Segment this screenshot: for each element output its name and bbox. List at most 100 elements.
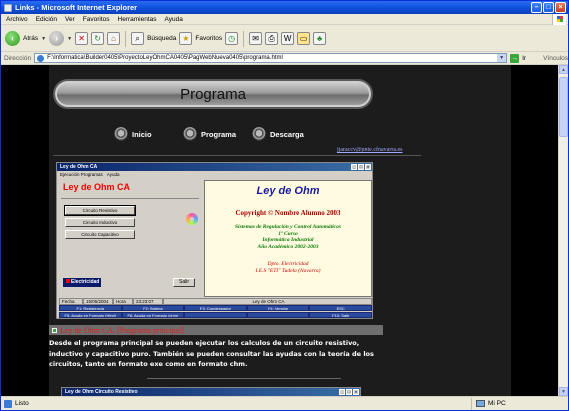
app-window-controls: _ □ ×	[351, 164, 371, 170]
edit-icon[interactable]: W	[281, 32, 295, 45]
page-icon	[37, 55, 45, 62]
fkey: F3: Condensador	[184, 305, 247, 311]
app-status-cell: Hora	[113, 298, 133, 305]
fkey	[246, 311, 310, 318]
favorites-icon[interactable]: ★	[179, 32, 193, 45]
menu-herramientas[interactable]: Herramientas	[118, 16, 157, 23]
app-menu: Ejecución Programas Ayuda	[57, 171, 372, 178]
links-label[interactable]: Vínculos	[543, 55, 568, 62]
forward-icon[interactable]: ›	[49, 31, 65, 46]
page-done-icon	[4, 399, 12, 408]
mail-icon[interactable]: ✉	[249, 32, 263, 45]
scroll-down-icon[interactable]: ▼	[559, 387, 568, 396]
section-header: Ley de Ohm CA. [Programa principal]	[49, 325, 383, 335]
nav-programa[interactable]: Programa	[183, 127, 236, 141]
window-title: Links - Microsoft Internet Explorer	[15, 3, 138, 12]
app-function-keys: F1: Resistencia F2: Bobina F3: Condensad…	[59, 305, 372, 318]
title-bar[interactable]: Links - Microsoft Internet Explorer – □ …	[1, 1, 568, 14]
fkey: F5: Ayuda en Formato (Html)	[59, 311, 122, 318]
messenger-icon[interactable]: ♣	[313, 32, 327, 45]
divider	[53, 155, 421, 156]
menu-ayuda[interactable]: Ayuda	[165, 16, 183, 23]
nav-descarga[interactable]: Descarga	[252, 127, 304, 141]
toolbar-separator	[243, 30, 245, 47]
app-status-cell: Fecha	[59, 298, 83, 305]
app-screenshot: Ley de Ohm CA _ □ × Ejecución Programas …	[56, 162, 373, 319]
scroll-up-icon[interactable]: ▲	[559, 65, 568, 74]
app-button-resistivo: Circuito Resistivo	[64, 205, 136, 216]
app2-title-bar: Ley de Ohm Circuito Resistivo _ □ ×	[62, 388, 360, 396]
history-icon[interactable]: ◷	[225, 32, 239, 45]
app-right-panel: Ley de Ohm Copyright © Nombre Alumno 200…	[204, 180, 372, 297]
zone-text: Mi PC	[488, 400, 506, 407]
back-dropdown-icon[interactable]: ▼	[41, 36, 46, 42]
section-title: Ley de Ohm CA. [Programa principal]	[60, 325, 184, 335]
app-status-cell: 23:23:07	[133, 298, 163, 305]
fkey: F4: Versión	[246, 305, 310, 311]
address-url: F:\Informatica\Builder0405\ProyectoLeyOh…	[47, 55, 283, 61]
fkey: F2: Bobina	[121, 305, 185, 311]
favorites-label[interactable]: Favoritos	[195, 35, 222, 42]
discuss-icon[interactable]: ▭	[297, 32, 311, 45]
refresh-icon[interactable]: ↻	[91, 32, 105, 45]
back-icon[interactable]: ‹	[5, 31, 20, 46]
divider	[147, 378, 341, 379]
email-link[interactable]: jjaraccv@pnte.cfnavarra.es	[337, 147, 402, 153]
go-icon[interactable]: →	[510, 53, 520, 63]
app-close-icon: ×	[365, 164, 371, 170]
back-label[interactable]: Atrás	[23, 35, 38, 42]
menu-edicion[interactable]: Edición	[36, 16, 57, 23]
toolbar: ‹ Atrás ▼ › ▼ ✕ ↻ ⌂ ⌕ Búsqueda ★ Favorit…	[1, 26, 568, 52]
app-status-cell: Ley de Ohm CA	[163, 298, 372, 305]
windows-logo-icon	[552, 14, 566, 25]
search-label[interactable]: Búsqueda	[147, 35, 176, 42]
stop-icon[interactable]: ✕	[75, 32, 89, 45]
app-minimize-icon: _	[351, 164, 357, 170]
electricidad-logo: Electricidad	[63, 278, 101, 287]
forward-dropdown-icon[interactable]: ▼	[67, 36, 72, 42]
vertical-scrollbar[interactable]: ▲ ▼	[558, 65, 568, 396]
go-label[interactable]: Ir	[522, 55, 526, 62]
status-zone: Mi PC	[471, 397, 506, 410]
nav-inicio[interactable]: Inicio	[114, 127, 152, 141]
nav-label: Programa	[201, 129, 237, 139]
app2-close-icon: ×	[353, 389, 359, 395]
address-bar: Dirección F:\Informatica\Builder0405\Pro…	[1, 52, 568, 65]
knob-icon	[183, 127, 197, 141]
status-left: Listo	[1, 399, 471, 408]
menu-archivo[interactable]: Archivo	[6, 16, 28, 23]
status-bar: Listo Mi PC	[1, 396, 568, 410]
print-icon[interactable]: ⎙	[265, 32, 279, 45]
app-title: Ley de Ohm CA	[60, 164, 98, 170]
window-controls: – □ ×	[531, 2, 566, 13]
app-exit-button: Salir	[173, 278, 195, 287]
app2-maximize-icon: □	[346, 389, 352, 395]
close-button[interactable]: ×	[555, 2, 566, 13]
minimize-button[interactable]: –	[531, 2, 542, 13]
app-menu-item: Ayuda	[106, 172, 120, 177]
app-maximize-icon: □	[358, 164, 364, 170]
browser-window: Links - Microsoft Internet Explorer – □ …	[0, 0, 569, 411]
app-status-bar: Fecha 15/05/2004 Hora 23:23:07 Ley de Oh…	[59, 298, 372, 305]
search-icon[interactable]: ⌕	[131, 32, 145, 45]
menu-favoritos[interactable]: Favoritos	[83, 16, 110, 23]
page-content: Programa Inicio Programa Descarga jjarac…	[1, 65, 559, 396]
address-label: Dirección	[4, 54, 32, 62]
address-dropdown-icon[interactable]: ▼	[497, 54, 507, 62]
menu-bar: Archivo Edición Ver Favoritos Herramient…	[1, 14, 568, 25]
app-red-line: I.E.S "ETI" Tudela (Navarra)	[255, 267, 321, 274]
fkey: F6: Ayuda en Formato (chm)	[121, 311, 185, 318]
app2-minimize-icon: _	[339, 389, 345, 395]
cd-icon	[186, 213, 198, 225]
address-input[interactable]: F:\Informatica\Builder0405\ProyectoLeyOh…	[34, 53, 508, 63]
app-divider	[61, 198, 199, 199]
status-text: Listo	[15, 400, 29, 407]
app-left-panel: Ley de Ohm CA Circuito Resistivo Circuit…	[59, 180, 202, 297]
app-button-inductivo: Circuito Inductivo	[65, 218, 135, 227]
home-icon[interactable]: ⌂	[107, 32, 121, 45]
menu-ver[interactable]: Ver	[65, 16, 75, 23]
app-copyright: Copyright © Nombre Alumno 2003	[235, 209, 341, 217]
scroll-thumb[interactable]	[559, 77, 568, 137]
app-green-line: Año Académico 2002-2003	[257, 243, 319, 250]
maximize-button[interactable]: □	[543, 2, 554, 13]
